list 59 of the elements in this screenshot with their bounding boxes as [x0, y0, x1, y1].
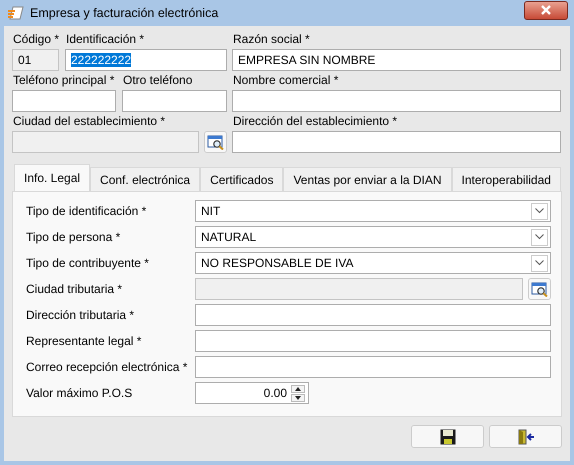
exit-button[interactable] [489, 425, 562, 448]
save-button[interactable] [411, 425, 484, 448]
text-field[interactable] [195, 356, 551, 378]
spin-down-button[interactable] [291, 394, 305, 402]
field-value: EMPRESA SIN NOMBRE [238, 53, 376, 67]
field-value: 222222222 [71, 53, 132, 67]
text-field[interactable] [232, 90, 561, 112]
close-icon [540, 5, 552, 15]
chevron-down-icon[interactable] [531, 228, 548, 246]
text-field[interactable] [12, 90, 116, 112]
number-value: 0.00 [264, 386, 287, 400]
lookup-button[interactable] [204, 131, 227, 153]
app-icon [8, 6, 24, 20]
magnifier-window-icon [530, 281, 548, 297]
field-label: Valor máximo P.O.S [25, 386, 134, 400]
magnifier-window-icon [206, 134, 224, 150]
text-field[interactable]: 222222222 [65, 49, 227, 71]
dropdown-field[interactable]: NIT [195, 200, 551, 222]
text-field[interactable]: EMPRESA SIN NOMBRE [232, 49, 561, 71]
field-label: Ciudad del establecimiento * [12, 114, 166, 128]
text-field[interactable] [122, 90, 227, 112]
spin-up-button[interactable] [291, 384, 305, 392]
field-label: Tipo de persona * [25, 230, 122, 244]
dropdown-field[interactable]: NO RESPONSABLE DE IVA [195, 252, 551, 274]
field-label: Dirección tributaria * [25, 308, 136, 322]
chevron-down-icon[interactable] [531, 202, 548, 220]
field-label: Tipo de contribuyente * [25, 256, 150, 270]
triangle-down-icon [295, 396, 301, 400]
field-label: Representante legal * [25, 334, 142, 348]
tab[interactable]: Interoperabilidad [452, 167, 561, 191]
field-label: Dirección del establecimiento * [232, 114, 398, 128]
text-field[interactable] [232, 131, 561, 153]
lookup-button[interactable] [528, 278, 551, 300]
field-value: 01 [18, 53, 32, 67]
field-label: Código * [12, 32, 59, 46]
field-label: Identificación * [65, 32, 146, 46]
tab[interactable]: Conf. electrónica [90, 167, 200, 191]
field-label: Ciudad tributaria * [25, 282, 124, 296]
field-label: Otro teléfono [122, 73, 194, 87]
field-label: Tipo de identificación * [25, 204, 148, 218]
door-arrow-icon [516, 428, 534, 444]
text-field[interactable] [195, 330, 551, 352]
chevron-down-icon[interactable] [531, 254, 548, 272]
number-field[interactable]: 0.00 [195, 382, 309, 404]
triangle-up-icon [295, 386, 301, 390]
dropdown-value: NATURAL [201, 230, 256, 244]
tab[interactable]: Certificados [200, 167, 284, 191]
tab[interactable]: Ventas por enviar a la DIAN [283, 167, 452, 191]
tab[interactable]: Info. Legal [14, 164, 90, 191]
field-label: Correo recepción electrónica * [25, 360, 188, 374]
text-field[interactable] [195, 304, 551, 326]
dropdown-value: NO RESPONSABLE DE IVA [201, 256, 354, 270]
dropdown-value: NIT [201, 204, 220, 218]
window-title: Empresa y facturación electrónica [30, 6, 220, 20]
field-label: Razón social * [232, 32, 311, 46]
field-label: Teléfono principal * [12, 73, 116, 87]
dropdown-field[interactable]: NATURAL [195, 226, 551, 248]
field-label: Nombre comercial * [232, 73, 340, 87]
close-button[interactable] [524, 0, 568, 20]
